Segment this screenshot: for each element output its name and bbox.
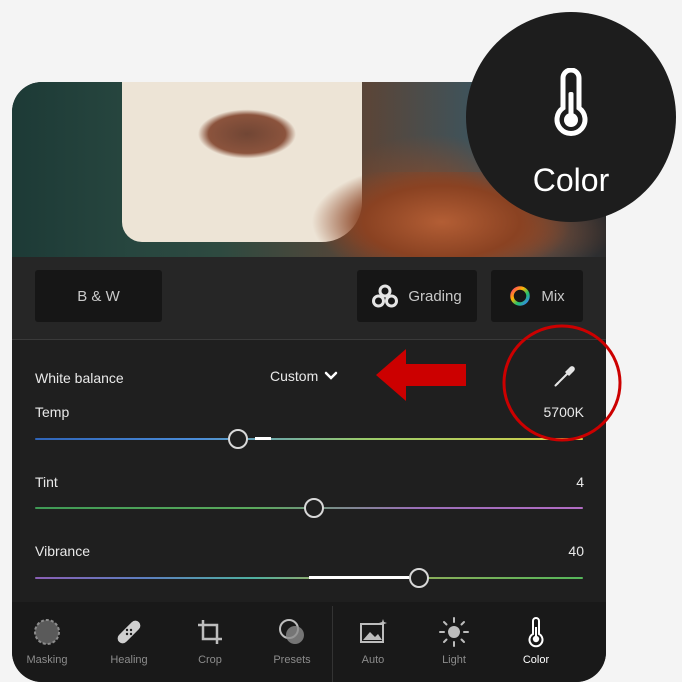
nav-masking[interactable]: Masking [12,602,87,666]
grading-icon [372,284,399,308]
vibrance-label: Vibrance [35,543,91,559]
color-badge-label: Color [532,162,610,198]
white-balance-dropdown[interactable]: Custom [270,368,338,384]
bw-label: B & W [77,287,120,305]
white-balance-label: White balance [35,370,124,386]
tint-value: 4 [576,474,584,490]
nav-auto[interactable]: Auto [333,602,413,666]
chevron-down-icon [324,371,338,380]
nav-masking-label: Masking [26,654,68,666]
nav-color[interactable]: Color [496,602,576,666]
nav-light[interactable]: Light [414,602,494,666]
presets-icon [279,619,304,644]
nav-light-label: Light [442,654,466,666]
color-badge: Color [466,12,676,222]
temp-default-mark [255,437,271,440]
grading-label: Grading [408,287,462,305]
vibrance-value: 40 [568,543,584,559]
nav-healing-label: Healing [110,654,148,666]
annotation-arrow [376,349,466,401]
annotation-circle [502,324,622,442]
color-wheel-icon [510,286,531,306]
white-balance-mode: Custom [270,368,319,384]
bw-button[interactable]: B & W [35,270,162,322]
tint-label: Tint [35,474,58,490]
nav-presets[interactable]: Presets [252,602,332,666]
temp-label: Temp [35,404,70,420]
tint-slider-knob[interactable] [304,498,325,518]
thermometer-icon [528,617,544,648]
nav-presets-label: Presets [273,654,311,666]
nav-crop-label: Crop [198,654,222,666]
healing-icon [117,620,141,644]
thermometer-icon [554,68,588,136]
nav-color-label: Color [522,654,550,666]
grading-button[interactable]: Grading [357,270,477,322]
crop-icon [198,620,222,644]
photo-shirt-print [172,94,322,174]
vibrance-fill [309,576,409,579]
temp-slider-knob[interactable] [227,429,248,449]
masking-icon [34,619,60,645]
auto-icon [360,619,387,643]
nav-auto-label: Auto [361,654,385,666]
nav-healing[interactable]: Healing [89,602,169,666]
mix-button[interactable]: Mix [491,270,583,322]
mix-label: Mix [541,287,565,305]
nav-crop[interactable]: Crop [170,602,250,666]
vibrance-slider-knob[interactable] [408,568,429,588]
sun-icon [439,617,469,647]
bottom-toolbar: Masking Healing Crop Presets Auto Light … [12,602,606,682]
